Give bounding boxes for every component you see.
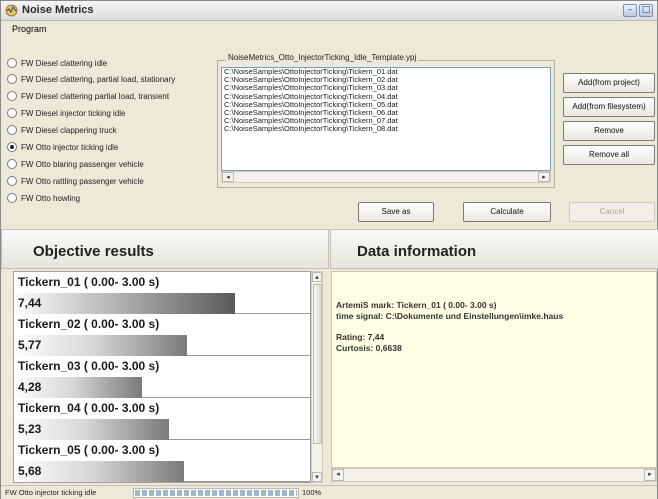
remove-button[interactable]: Remove <box>563 121 655 141</box>
template-option-diesel-partial-stationary[interactable]: FW Diesel clattering, partial load, stat… <box>7 74 176 91</box>
result-value: 5,68 <box>18 464 42 478</box>
template-option-diesel-partial-transient[interactable]: FW Diesel clattering partial load, trans… <box>7 91 170 108</box>
restore-button[interactable]: □ <box>639 4 653 17</box>
result-name: Tickern_04 ( 0.00- 3.00 s) <box>18 401 160 415</box>
result-value: 7,44 <box>18 296 42 310</box>
results-panel-header: Objective results <box>1 229 329 269</box>
title-bar[interactable]: Noise Metrics – □ <box>1 1 657 21</box>
result-level-bar <box>14 293 235 314</box>
time-signal-text: time signal: C:\Dokumente und Einstellun… <box>336 311 564 321</box>
template-option-otto-injector-ticking[interactable]: FW Otto injector ticking idle <box>7 142 119 159</box>
result-row[interactable]: Tickern_03 ( 0.00- 3.00 s) 4,28 <box>14 356 310 398</box>
result-value: 5,77 <box>18 338 42 352</box>
radio-button[interactable] <box>7 176 17 186</box>
info-title: Data information <box>357 243 477 260</box>
results-list[interactable]: Tickern_01 ( 0.00- 3.00 s) 7,44 Tickern_… <box>13 271 311 483</box>
result-name: Tickern_03 ( 0.00- 3.00 s) <box>18 359 160 373</box>
restore-icon: □ <box>641 5 651 15</box>
status-text: FW Otto injector ticking idle <box>5 488 97 497</box>
data-information-area[interactable]: ArtemiS mark: Tickern_01 ( 0.00- 3.00 s)… <box>331 271 657 468</box>
file-list[interactable]: C:\NoiseSamples\OttoInjectorTicking\Tick… <box>221 67 551 171</box>
save-as-button[interactable]: Save as <box>358 202 434 222</box>
rating-text: Rating: 7,44 <box>336 332 385 342</box>
result-value: 5,23 <box>18 422 42 436</box>
template-file-name: NoiseMetrics_Otto_InjectorTicking_Idle_T… <box>226 53 419 62</box>
menu-bar: Program <box>1 22 657 38</box>
radio-button[interactable] <box>7 193 17 203</box>
template-label: FW Diesel injector ticking idle <box>21 109 126 119</box>
template-label: FW Diesel clattering, partial load, stat… <box>21 75 176 85</box>
result-row[interactable]: Tickern_01 ( 0.00- 3.00 s) 7,44 <box>14 272 310 314</box>
progress-fill <box>135 490 297 496</box>
add-from-project-button[interactable]: Add(from project) <box>563 73 655 93</box>
file-item[interactable]: C:\NoiseSamples\OttoInjectorTicking\Tick… <box>222 125 550 133</box>
add-from-filesystem-button[interactable]: Add(from filesystem) <box>563 97 655 117</box>
progress-bar <box>133 488 299 498</box>
scroll-left-icon[interactable]: ◂ <box>332 469 344 481</box>
template-option-otto-howling[interactable]: FW Otto howling <box>7 193 81 210</box>
scroll-right-icon[interactable]: ▸ <box>538 172 550 182</box>
scroll-thumb[interactable] <box>313 284 322 444</box>
artemis-mark-text: ArtemiS mark: Tickern_01 ( 0.00- 3.00 s) <box>336 300 497 310</box>
template-label: FW Diesel clattering partial load, trans… <box>21 92 170 102</box>
template-label: FW Diesel clappering truck <box>21 126 117 136</box>
remove-all-button[interactable]: Remove all <box>563 145 655 165</box>
radio-button[interactable] <box>7 125 17 135</box>
calculate-button[interactable]: Calculate <box>463 202 551 222</box>
results-vertical-scrollbar[interactable]: ▴ ▾ <box>311 271 323 483</box>
scroll-up-icon[interactable]: ▴ <box>312 272 322 282</box>
template-option-otto-rattling[interactable]: FW Otto rattling passenger vehicle <box>7 176 144 193</box>
info-panel-header: Data information <box>330 229 658 269</box>
scroll-right-icon[interactable]: ▸ <box>644 469 656 481</box>
results-title: Objective results <box>33 243 154 260</box>
minimize-button[interactable]: – <box>623 4 637 17</box>
minimize-icon: – <box>627 5 633 15</box>
result-name: Tickern_05 ( 0.00- 3.00 s) <box>18 443 160 457</box>
progress-percent: 100% <box>302 488 322 497</box>
result-value: 4,28 <box>18 380 42 394</box>
result-name: Tickern_01 ( 0.00- 3.00 s) <box>18 275 160 289</box>
curtosis-text: Curtosis: 0,6638 <box>336 343 402 353</box>
radio-button[interactable] <box>7 108 17 118</box>
file-list-horizontal-scrollbar[interactable]: ◂ ▸ <box>221 171 551 183</box>
result-row[interactable]: Tickern_04 ( 0.00- 3.00 s) 5,23 <box>14 398 310 440</box>
scroll-left-icon[interactable]: ◂ <box>222 172 234 182</box>
template-label: FW Otto injector ticking idle <box>21 143 119 153</box>
result-row[interactable]: Tickern_05 ( 0.00- 3.00 s) 5,68 <box>14 440 310 482</box>
template-option-diesel-clattering-idle[interactable]: FW Diesel clattering idle <box>7 58 108 75</box>
app-icon <box>5 4 18 17</box>
radio-button[interactable] <box>7 74 17 84</box>
radio-button[interactable] <box>7 159 17 169</box>
info-horizontal-scrollbar[interactable]: ◂ ▸ <box>331 468 657 482</box>
scroll-down-icon[interactable]: ▾ <box>312 472 322 482</box>
template-label: FW Otto blaring passenger vehicle <box>21 160 144 170</box>
status-bar: FW Otto injector ticking idle 100% <box>1 485 657 499</box>
template-label: FW Diesel clattering idle <box>21 59 108 69</box>
radio-button-selected[interactable] <box>7 142 17 152</box>
template-label: FW Otto rattling passenger vehicle <box>21 177 144 187</box>
template-label: FW Otto howling <box>21 194 81 204</box>
window-title: Noise Metrics <box>22 4 94 16</box>
main-window: Noise Metrics – □ Program FW Diesel clat… <box>0 0 658 499</box>
result-name: Tickern_02 ( 0.00- 3.00 s) <box>18 317 160 331</box>
menu-program[interactable]: Program <box>12 24 47 34</box>
template-option-diesel-injector-ticking[interactable]: FW Diesel injector ticking idle <box>7 108 126 125</box>
cancel-button[interactable]: Cancel <box>569 202 655 222</box>
radio-button[interactable] <box>7 58 17 68</box>
template-option-diesel-clappering-truck[interactable]: FW Diesel clappering truck <box>7 125 117 142</box>
template-option-otto-blaring[interactable]: FW Otto blaring passenger vehicle <box>7 159 144 176</box>
result-row[interactable]: Tickern_02 ( 0.00- 3.00 s) 5,77 <box>14 314 310 356</box>
radio-button[interactable] <box>7 91 17 101</box>
